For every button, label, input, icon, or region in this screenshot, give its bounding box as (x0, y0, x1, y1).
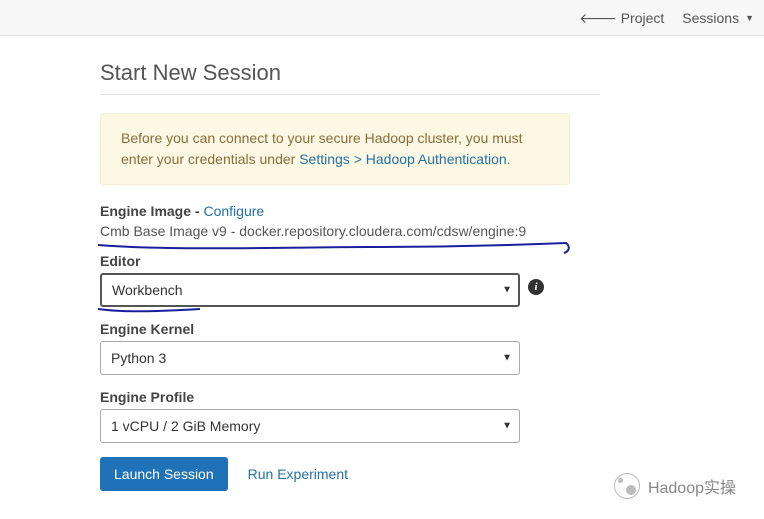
credentials-warning-alert: Before you can connect to your secure Ha… (100, 113, 570, 185)
arrow-left-icon: 🡐 (579, 11, 617, 25)
editor-select[interactable]: Workbench (100, 273, 520, 307)
engine-profile-group: Engine Profile 1 vCPU / 2 GiB Memory ▼ (100, 389, 600, 443)
editor-label: Editor (100, 253, 600, 269)
alert-text-after: . (507, 151, 511, 167)
engine-profile-select-value: 1 vCPU / 2 GiB Memory (111, 418, 260, 434)
project-link-label: Project (621, 10, 665, 26)
engine-profile-label: Engine Profile (100, 389, 600, 405)
engine-image-label: Engine Image - Configure (100, 203, 600, 219)
watermark: Hadoop实操 (614, 473, 736, 499)
engine-profile-select[interactable]: 1 vCPU / 2 GiB Memory (100, 409, 520, 443)
launch-session-button[interactable]: Launch Session (100, 457, 228, 491)
engine-image-group: Engine Image - Configure Cmb Base Image … (100, 203, 600, 239)
configure-link[interactable]: Configure (203, 203, 264, 219)
engine-image-value: Cmb Base Image v9 - docker.repository.cl… (100, 223, 600, 239)
page-title: Start New Session (100, 60, 600, 95)
engine-kernel-group: Engine Kernel Python 3 ▼ (100, 321, 600, 375)
wechat-icon (614, 473, 640, 499)
engine-kernel-select-value: Python 3 (111, 350, 166, 366)
sessions-dropdown[interactable]: Sessions ▼ (682, 10, 754, 26)
top-navbar: 🡐 Project Sessions ▼ (0, 0, 764, 36)
engine-image-label-text: Engine Image (100, 203, 191, 219)
run-experiment-button[interactable]: Run Experiment (248, 466, 348, 482)
main-container: Start New Session Before you can connect… (0, 36, 600, 491)
editor-group: Editor Workbench ▼ i (100, 253, 600, 307)
watermark-text: Hadoop实操 (648, 474, 736, 498)
sessions-link-label: Sessions (682, 10, 739, 26)
engine-kernel-select[interactable]: Python 3 (100, 341, 520, 375)
hadoop-auth-link[interactable]: Settings > Hadoop Authentication (299, 151, 506, 167)
project-link[interactable]: 🡐 Project (579, 10, 664, 26)
engine-image-separator: - (191, 203, 203, 219)
info-icon[interactable]: i (528, 279, 544, 295)
caret-down-icon: ▼ (745, 13, 754, 23)
editor-select-value: Workbench (112, 282, 183, 298)
engine-kernel-label: Engine Kernel (100, 321, 600, 337)
button-row: Launch Session Run Experiment (100, 457, 600, 491)
